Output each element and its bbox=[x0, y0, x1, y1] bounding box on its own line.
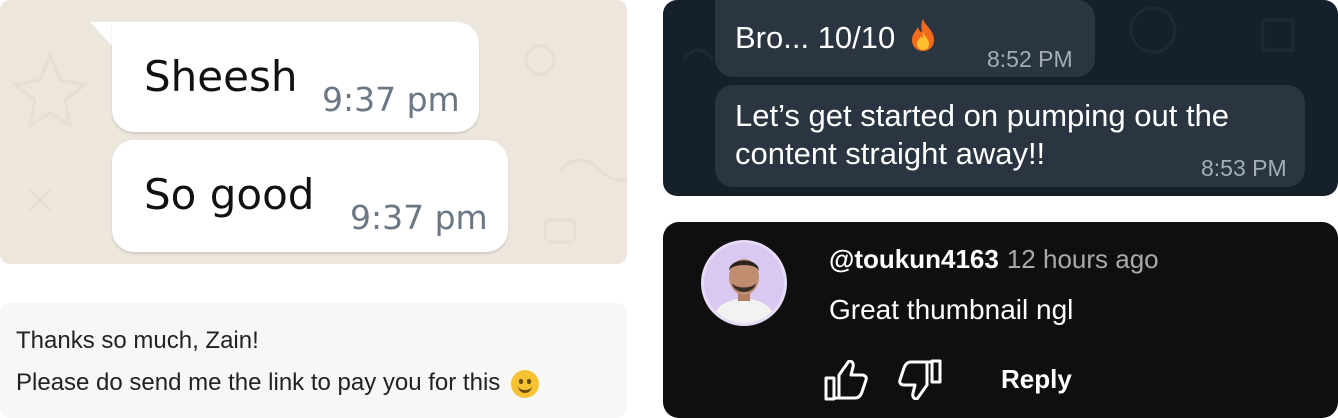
comment-panel: @toukun4163 12 hours ago Great thumbnail … bbox=[663, 222, 1338, 418]
note-line: Please do send me the link to pay you fo… bbox=[16, 369, 501, 396]
dark-chat-panel: Bro... 10/10 8:52 PM Let’s get started o… bbox=[663, 0, 1338, 196]
comment-time-ago[interactable]: 12 hours ago bbox=[1007, 244, 1159, 274]
message-bubble[interactable]: So good 9:37 pm bbox=[112, 140, 508, 252]
message-text: Sheesh bbox=[144, 52, 298, 101]
comment-text: Great thumbnail ngl bbox=[829, 294, 1074, 325]
comment-header: @toukun4163 12 hours ago bbox=[829, 244, 1159, 275]
message-time: 8:52 PM bbox=[987, 46, 1073, 72]
email-note-panel: Thanks so much, Zain! Please do send me … bbox=[0, 303, 627, 418]
message-text: Bro... 10/10 bbox=[735, 20, 896, 55]
bubble-tail bbox=[90, 22, 114, 48]
thumbs-up-icon[interactable] bbox=[823, 360, 869, 402]
comment-author[interactable]: @toukun4163 bbox=[829, 244, 999, 274]
message-text-row: Bro... 10/10 bbox=[735, 18, 936, 57]
message-bubble[interactable]: Let’s get started on pumping out the con… bbox=[715, 85, 1305, 187]
smiling-face-emoji-icon bbox=[510, 369, 539, 398]
message-bubble[interactable]: Bro... 10/10 8:52 PM bbox=[715, 0, 1095, 77]
light-chat-panel: Sheesh 9:37 pm So good 9:37 pm bbox=[0, 0, 627, 264]
message-text: content straight away!! bbox=[735, 136, 1046, 171]
message-time: 8:53 PM bbox=[1201, 155, 1287, 181]
note-line: Thanks so much, Zain! bbox=[16, 327, 259, 354]
note-line-with-emoji: Please do send me the link to pay you fo… bbox=[16, 369, 539, 398]
message-text: Let’s get started on pumping out the bbox=[735, 98, 1230, 133]
message-time: 9:37 pm bbox=[350, 198, 488, 237]
thumbs-down-icon[interactable] bbox=[897, 358, 943, 400]
message-bubble[interactable]: Sheesh 9:37 pm bbox=[112, 22, 479, 132]
user-avatar-image bbox=[704, 243, 784, 323]
fire-emoji-icon bbox=[911, 19, 934, 51]
reply-button[interactable]: Reply bbox=[1001, 364, 1072, 395]
message-text: So good bbox=[144, 170, 315, 219]
message-time: 9:37 pm bbox=[322, 80, 460, 119]
avatar[interactable] bbox=[701, 240, 787, 326]
